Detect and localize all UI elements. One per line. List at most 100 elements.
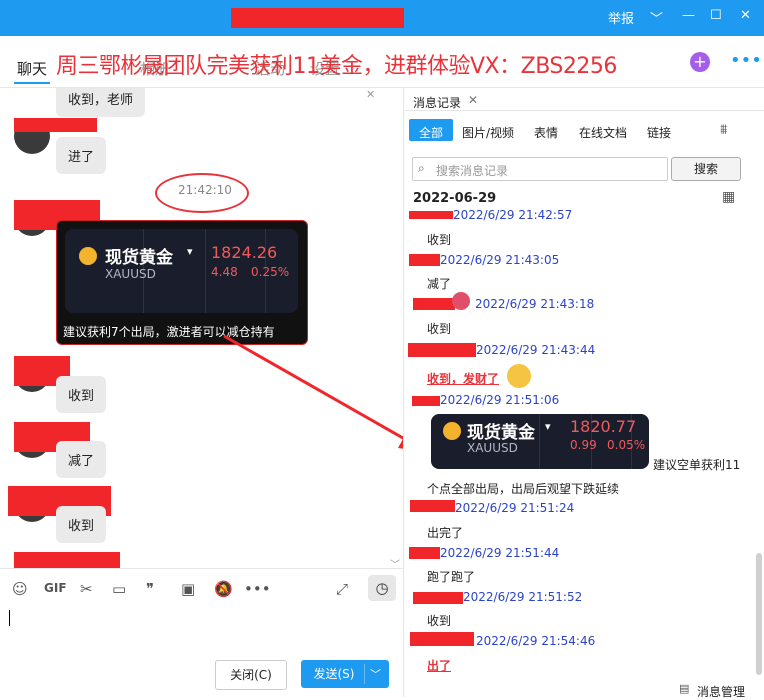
- quote-icon[interactable]: ❞: [146, 580, 154, 598]
- title-bar: 举报 ﹀ — ☐ ✕: [0, 0, 764, 36]
- image-icon[interactable]: ▣: [181, 580, 195, 598]
- search-icon: ⌕: [418, 161, 425, 175]
- redacted-name: [14, 552, 120, 568]
- input-toolbar: ☺ GIF ✂ ▭ ❞ ▣ 🔕 ••• ⤢ ◷: [0, 568, 403, 606]
- history-clock-icon[interactable]: ◷: [368, 575, 396, 601]
- caret-down-icon: ▾: [187, 245, 193, 258]
- quote-price: 1824.26: [211, 243, 278, 262]
- manage-icon[interactable]: ▤: [679, 682, 689, 695]
- gold-coin-icon: [79, 247, 97, 265]
- entry-time: 2022/6/29 21:51:52: [463, 590, 583, 604]
- mute-bell-icon[interactable]: 🔕: [214, 580, 233, 598]
- entry-time: 2022/6/29 21:42:57: [453, 208, 573, 222]
- quote-symbol: XAUUSD: [105, 267, 156, 281]
- quote-price: 1820.77: [570, 417, 637, 436]
- entry-time: 2022/6/29 21:51:06: [440, 393, 560, 407]
- entry-text-line1: 建议空单获利11: [653, 458, 741, 472]
- search-placeholder: 搜索消息记录: [436, 164, 509, 178]
- folder-icon[interactable]: ▭: [112, 580, 126, 598]
- redacted-name: [410, 500, 455, 512]
- redacted-title: [231, 8, 404, 28]
- gold-quote-card[interactable]: 现货黄金 ▾ XAUUSD 1824.26 4.48 0.25%: [65, 229, 298, 313]
- close-pin-icon[interactable]: ✕: [366, 88, 375, 101]
- history-scrollbar[interactable]: [756, 553, 762, 675]
- calendar-icon[interactable]: ▦: [722, 189, 735, 205]
- gif-icon[interactable]: GIF: [44, 581, 67, 595]
- quote-name: 现货黄金: [105, 248, 173, 268]
- history-tab-emoji[interactable]: 表情: [534, 124, 558, 141]
- redacted-name: [409, 547, 440, 559]
- quote-change: 4.48: [211, 265, 238, 279]
- entry-text: 收到: [427, 322, 452, 336]
- redacted-name: [14, 118, 97, 132]
- send-divider: [364, 664, 365, 684]
- gold-card-message[interactable]: 现货黄金 ▾ XAUUSD 1824.26 4.48 0.25% 建议获利7个出…: [56, 220, 308, 345]
- history-tab-media[interactable]: 图片/视频: [462, 124, 514, 141]
- close-icon[interactable]: ✕: [740, 8, 751, 23]
- redacted-name: [410, 632, 474, 646]
- redacted-name: [408, 343, 476, 357]
- message-bubble: 收到: [56, 506, 107, 543]
- quote-percent: 0.25%: [251, 265, 290, 279]
- gold-coin-icon: [443, 422, 461, 440]
- redacted-name: [413, 592, 463, 604]
- entry-time: 2022/6/29 21:43:44: [476, 343, 596, 357]
- entry-text: 收到: [427, 233, 452, 247]
- quote-percent: 0.05%: [607, 438, 646, 452]
- history-search-button[interactable]: 搜索: [671, 157, 741, 181]
- entry-time: 2022/6/29 21:51:24: [455, 501, 575, 515]
- more-icon[interactable]: •••: [730, 50, 762, 71]
- entry-time: 2022/6/29 21:51:44: [440, 546, 560, 560]
- emoji-sticker-icon: [452, 292, 470, 310]
- grin-emoji-icon: [507, 364, 531, 388]
- redacted-name: [413, 298, 455, 310]
- history-tab-links[interactable]: 链接: [647, 124, 671, 141]
- quote-change: 0.99: [570, 438, 597, 452]
- quote-symbol: XAUUSD: [467, 441, 518, 455]
- entry-text: 出完了: [427, 526, 464, 540]
- active-tab-indicator: [14, 82, 50, 84]
- scissors-icon[interactable]: ✂: [80, 580, 93, 598]
- message-input[interactable]: [0, 606, 403, 662]
- entry-text: 减了: [427, 277, 452, 291]
- send-options-chevron-icon[interactable]: ﹀: [370, 666, 381, 682]
- text-cursor: [9, 610, 10, 626]
- entry-text: 跑了跑了: [427, 570, 476, 584]
- entry-text: 收到: [427, 614, 452, 628]
- expand-icon[interactable]: ⤢: [336, 580, 348, 598]
- entry-time: 2022/6/29 21:54:46: [476, 634, 596, 648]
- quote-name: 现货黄金: [467, 423, 535, 443]
- add-app-icon[interactable]: +: [690, 52, 710, 72]
- divider: [404, 110, 764, 111]
- message-manage-link[interactable]: 消息管理: [697, 683, 745, 700]
- report-button[interactable]: 举报: [608, 8, 634, 27]
- entry-time: 2022/6/29 21:43:18: [475, 297, 595, 311]
- close-history-icon[interactable]: ✕: [468, 93, 478, 107]
- close-button[interactable]: 关闭(C): [215, 660, 287, 690]
- message-bubble: 收到: [56, 376, 107, 413]
- scroll-down-icon[interactable]: ﹀: [390, 556, 400, 568]
- filter-icon[interactable]: ⩩: [720, 122, 727, 138]
- chat-area: 收到，老师 ✕ 进了 21:42:10 现货黄金 ▾ XAUUSD 1824.2…: [0, 88, 403, 568]
- more-icon[interactable]: •••: [244, 580, 271, 598]
- overlay-ad-text: 周三鄂彬晟团队完美获利11美金，进群体验VX：ZBS2256: [56, 54, 617, 79]
- history-tab-docs[interactable]: 在线文档: [579, 124, 627, 141]
- caret-down-icon: ▾: [545, 420, 551, 433]
- maximize-icon[interactable]: ☐: [710, 8, 722, 23]
- entry-text-line2: 个点全部出局，出局后观望下跌延续: [427, 482, 620, 496]
- entry-text: 收到，发财了: [427, 372, 500, 386]
- redacted-name: [412, 396, 440, 406]
- tab-chat[interactable]: 聊天: [17, 58, 47, 79]
- redacted-name: [409, 211, 453, 219]
- annotation-arrow: [223, 334, 425, 452]
- history-tab-all[interactable]: 全部: [419, 124, 443, 141]
- minimize-icon[interactable]: —: [682, 8, 695, 23]
- history-gold-quote-card[interactable]: 现货黄金 ▾ XAUUSD 1820.77 0.99 0.05%: [431, 414, 649, 469]
- history-date: 2022-06-29: [413, 191, 497, 206]
- history-search-input[interactable]: ⌕ 搜索消息记录: [412, 157, 668, 181]
- chevron-down-icon[interactable]: ﹀: [650, 8, 663, 27]
- entry-time: 2022/6/29 21:43:05: [440, 253, 560, 267]
- message-bubble: 减了: [56, 441, 107, 478]
- redacted-name: [409, 254, 440, 266]
- emoji-icon[interactable]: ☺: [12, 580, 28, 598]
